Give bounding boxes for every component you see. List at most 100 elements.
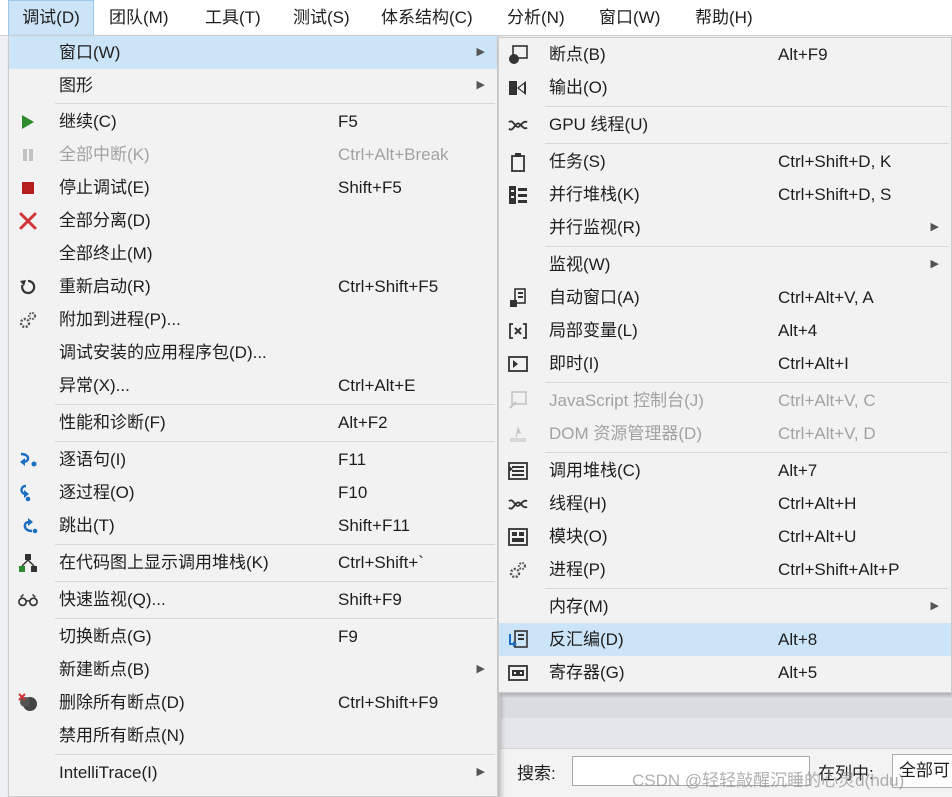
menu-item-continue[interactable]: 继续(C) F5 [9, 105, 497, 138]
step-out-icon [18, 516, 38, 536]
window-submenu: 断点(B) Alt+F9 输出(O) GPU 线程(U) 任务(S) Ctrl+… [498, 37, 952, 693]
separator [55, 441, 495, 442]
menu-item-threads[interactable]: 线程(H) Ctrl+Alt+H [499, 487, 951, 520]
menu-item-shortcut: F11 [338, 450, 367, 469]
menu-item-disable-all-breakpoints[interactable]: 禁用所有断点(N) [9, 719, 497, 752]
breakpoints-window-icon [508, 45, 528, 65]
menu-item-shortcut: Shift+F5 [338, 178, 402, 197]
separator [55, 404, 495, 405]
menu-item-delete-all-breakpoints[interactable]: 删除所有断点(D) Ctrl+Shift+F9 [9, 686, 497, 719]
menu-item-graphics[interactable]: 图形 ▶ [9, 69, 497, 102]
menu-item-memory[interactable]: 内存(M) ▶ [499, 590, 951, 623]
separator [545, 382, 949, 383]
menu-item-autos[interactable]: 自动窗口(A) Ctrl+Alt+V, A [499, 281, 951, 314]
modules-icon [508, 527, 528, 547]
menu-item-label: 停止调试(E) [59, 178, 150, 197]
menu-item-dom-explorer[interactable]: DOM 资源管理器(D) Ctrl+Alt+V, D [499, 417, 951, 450]
menu-item-show-call-stack-on-code-map[interactable]: 在代码图上显示调用堆栈(K) Ctrl+Shift+` [9, 546, 497, 579]
menu-item-label: 异常(X)... [59, 376, 130, 395]
menu-debug[interactable]: 调试(D) [8, 0, 94, 36]
menu-team[interactable]: 团队(M) [109, 0, 168, 36]
menu-item-terminate-all[interactable]: 全部终止(M) [9, 237, 497, 270]
menu-item-locals[interactable]: 局部变量(L) Alt+4 [499, 314, 951, 347]
menu-item-label: 调试安装的应用程序包(D)... [59, 343, 267, 362]
menu-item-label: 删除所有断点(D) [59, 693, 185, 712]
menu-item-label: 并行堆栈(K) [549, 185, 640, 204]
menu-item-shortcut: Ctrl+Shift+D, S [778, 185, 892, 204]
menu-item-step-over[interactable]: 逐过程(O) F10 [9, 476, 497, 509]
menu-item-call-stack[interactable]: 调用堆栈(C) Alt+7 [499, 454, 951, 487]
menu-item-label: 性能和诊断(F) [59, 413, 166, 432]
menu-test[interactable]: 测试(S) [293, 0, 350, 36]
menu-item-toggle-breakpoint[interactable]: 切换断点(G) F9 [9, 620, 497, 653]
debug-menu: 窗口(W) ▶ 图形 ▶ 继续(C) F5 全部中断(K) Ctrl+Alt+B… [8, 35, 498, 797]
menu-item-breakpoints[interactable]: 断点(B) Alt+F9 [499, 38, 951, 71]
separator [55, 618, 495, 619]
menu-item-exceptions[interactable]: 异常(X)... Ctrl+Alt+E [9, 369, 497, 402]
menu-item-label: 继续(C) [59, 112, 117, 131]
js-console-icon [508, 391, 528, 411]
menu-item-processes[interactable]: 进程(P) Ctrl+Shift+Alt+P [499, 553, 951, 586]
menu-item-label: 全部中断(K) [59, 145, 150, 164]
menu-item-detach-all[interactable]: 全部分离(D) [9, 204, 497, 237]
menu-item-label: 附加到进程(P)... [59, 310, 181, 329]
menu-item-shortcut: Ctrl+Alt+V, D [778, 424, 876, 443]
menu-item-break-all[interactable]: 全部中断(K) Ctrl+Alt+Break [9, 138, 497, 171]
disassembly-icon [508, 630, 528, 650]
menu-item-label: 模块(O) [549, 527, 608, 546]
menu-item-parallel-watch[interactable]: 并行监视(R) ▶ [499, 211, 951, 244]
menu-item-label: 监视(W) [549, 255, 611, 274]
menu-item-step-out[interactable]: 跳出(T) Shift+F11 [9, 509, 497, 542]
menu-item-shortcut: Ctrl+Shift+F9 [338, 693, 439, 712]
menu-item-javascript-console[interactable]: JavaScript 控制台(J) Ctrl+Alt+V, C [499, 384, 951, 417]
chevron-right-icon: ▶ [476, 663, 485, 675]
menu-item-shortcut: Ctrl+Shift+Alt+P [778, 560, 900, 579]
menu-item-modules[interactable]: 模块(O) Ctrl+Alt+U [499, 520, 951, 553]
parallel-stacks-icon [508, 185, 528, 205]
menu-item-label: 即时(I) [549, 354, 600, 373]
menu-item-output[interactable]: 输出(O) [499, 71, 951, 104]
menu-architecture[interactable]: 体系结构(C) [381, 0, 473, 36]
menu-item-debug-installed-app[interactable]: 调试安装的应用程序包(D)... [9, 336, 497, 369]
menu-item-shortcut: Ctrl+Alt+V, A [778, 288, 874, 307]
menu-item-label: 新建断点(B) [59, 660, 150, 679]
menu-item-immediate[interactable]: 即时(I) Ctrl+Alt+I [499, 347, 951, 380]
menu-window[interactable]: 窗口(W) [599, 0, 660, 36]
menu-item-watch[interactable]: 监视(W) ▶ [499, 248, 951, 281]
menu-item-stop-debugging[interactable]: 停止调试(E) Shift+F5 [9, 171, 497, 204]
search-label: 搜索: [517, 764, 556, 783]
menu-item-shortcut: Alt+F9 [778, 45, 828, 64]
menu-item-intellitrace[interactable]: IntelliTrace(I) ▶ [9, 756, 497, 789]
menu-item-gpu-threads[interactable]: GPU 线程(U) [499, 108, 951, 141]
menu-item-step-into[interactable]: 逐语句(I) F11 [9, 443, 497, 476]
menu-item-new-breakpoint[interactable]: 新建断点(B) ▶ [9, 653, 497, 686]
menu-item-restart[interactable]: 重新启动(R) Ctrl+Shift+F5 [9, 270, 497, 303]
menu-item-window[interactable]: 窗口(W) ▶ [9, 36, 497, 69]
chevron-right-icon: ▶ [476, 46, 485, 58]
menu-item-quick-watch[interactable]: 快速监视(Q)... Shift+F9 [9, 583, 497, 616]
menu-item-registers[interactable]: 寄存器(G) Alt+5 [499, 656, 951, 689]
menu-item-shortcut: Alt+F2 [338, 413, 388, 432]
horizontal-scrollbar[interactable] [500, 700, 952, 718]
separator [545, 588, 949, 589]
menu-item-label: 调用堆栈(C) [549, 461, 641, 480]
menu-item-label: 图形 [59, 76, 93, 95]
menu-item-shortcut: F5 [338, 112, 358, 131]
menu-item-label: JavaScript 控制台(J) [549, 391, 704, 410]
menu-item-label: 寄存器(G) [549, 663, 625, 682]
menu-item-label: 局部变量(L) [549, 321, 638, 340]
delete-breakpoints-icon [18, 693, 38, 713]
menu-item-performance-diagnostics[interactable]: 性能和诊断(F) Alt+F2 [9, 406, 497, 439]
chevron-right-icon: ▶ [476, 766, 485, 778]
separator [545, 452, 949, 453]
menu-tools[interactable]: 工具(T) [205, 0, 261, 36]
menu-item-label: 内存(M) [549, 597, 609, 616]
menu-item-disassembly[interactable]: 反汇编(D) Alt+8 [499, 623, 951, 656]
autos-icon [508, 288, 528, 308]
menu-analyze[interactable]: 分析(N) [507, 0, 565, 36]
menu-item-parallel-stacks[interactable]: 并行堆栈(K) Ctrl+Shift+D, S [499, 178, 951, 211]
locals-icon [508, 321, 528, 341]
menu-help[interactable]: 帮助(H) [695, 0, 753, 36]
menu-item-attach-to-process[interactable]: 附加到进程(P)... [9, 303, 497, 336]
menu-item-tasks[interactable]: 任务(S) Ctrl+Shift+D, K [499, 145, 951, 178]
